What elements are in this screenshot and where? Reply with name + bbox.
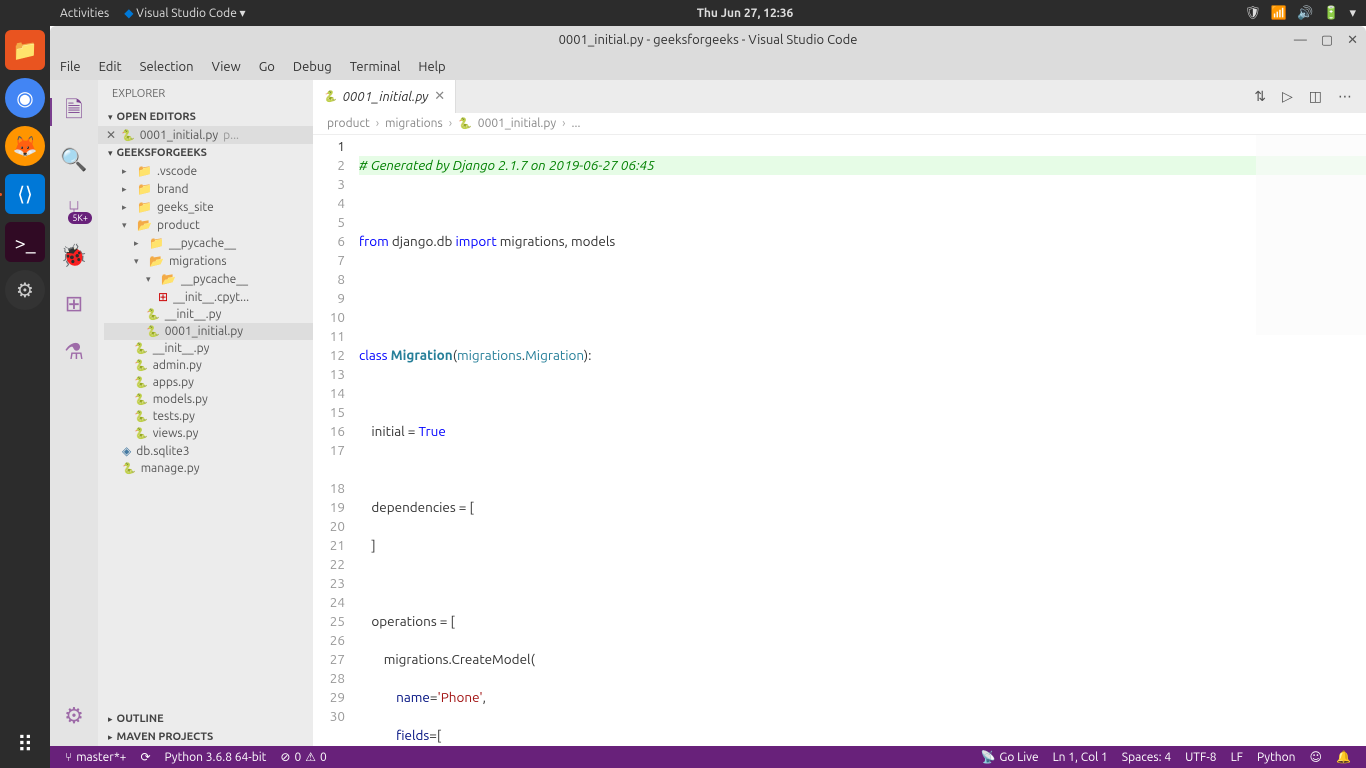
power-icon[interactable]: ▾ [1349,6,1356,21]
status-golive[interactable]: 📡 Go Live [973,750,1045,764]
activity-explorer[interactable]: 🗎 [50,88,98,136]
minimap[interactable] [1256,135,1366,335]
split-icon[interactable]: ◫ [1309,88,1322,105]
status-sync[interactable]: ⟳ [133,750,157,764]
launcher-chromium[interactable]: ◉ [5,78,45,118]
tree-init1[interactable]: 🐍__init__.py [104,306,313,323]
section-open-editors[interactable]: OPEN EDITORS [98,108,313,126]
tree-product[interactable]: ▾📂product [104,216,313,234]
activity-test[interactable]: ⚗ [50,328,98,376]
tree-brand[interactable]: ▸📁brand [104,180,313,198]
python-icon: 🐍 [323,90,337,103]
close-icon[interactable]: ✕ [106,128,116,142]
menu-view[interactable]: View [212,60,241,74]
tree-migrations[interactable]: ▾📂migrations [104,252,313,270]
activity-debug[interactable]: 🐞 [50,232,98,280]
breadcrumb[interactable]: product› migrations› 🐍0001_initial.py› .… [313,113,1366,135]
activity-bar: 🗎 🔍 ⑂5K+ 🐞 ⊞ ⚗ ⚙ [50,80,98,746]
status-spaces[interactable]: Spaces: 4 [1115,750,1178,764]
menu-terminal[interactable]: Terminal [350,60,401,74]
statusbar: ⑂ master*+ ⟳ Python 3.6.8 64-bit ⊘ 0 ⚠ 0… [50,746,1366,768]
launcher-files[interactable]: 📁 [5,30,45,70]
python-icon: 🐍 [121,129,135,142]
window-titlebar: 0001_initial.py - geeksforgeeks - Visual… [50,26,1366,54]
tree-initial[interactable]: 🐍0001_initial.py [104,323,313,340]
gnome-topbar: Activities ◆ Visual Studio Code ▾ Thu Ju… [50,0,1366,26]
tab-close-icon[interactable]: ✕ [434,89,445,104]
status-feedback[interactable]: ☺ [1303,750,1330,764]
run-icon[interactable]: ▷ [1282,88,1293,105]
status-notifications[interactable]: 🔔 [1329,750,1358,764]
app-menu[interactable]: ◆ Visual Studio Code ▾ [124,6,245,20]
shield-icon[interactable]: 🛡 [1244,6,1261,21]
clock[interactable]: Thu Jun 27, 12:36 [697,7,794,20]
tree-vscode[interactable]: ▸📁.vscode [104,162,313,180]
status-branch[interactable]: ⑂ master*+ [58,751,133,764]
tree-pycache[interactable]: ▸📁__pycache__ [104,234,313,252]
window-title: 0001_initial.py - geeksforgeeks - Visual… [559,33,858,47]
tree-views[interactable]: 🐍views.py [104,425,313,442]
tree-init2[interactable]: 🐍__init__.py [104,340,313,357]
activity-settings[interactable]: ⚙ [50,692,98,740]
launcher-show-apps[interactable]: ⠿ [17,732,33,758]
sidebar-title: EXPLORER [98,80,313,108]
menu-selection[interactable]: Selection [140,60,194,74]
menu-help[interactable]: Help [418,60,445,74]
tree-init-cpyt[interactable]: ⊞__init__.cpyt... [104,288,313,306]
volume-icon[interactable]: 🔊 [1297,6,1313,21]
launcher-terminal[interactable]: >_ [5,222,45,262]
activity-search[interactable]: 🔍 [50,136,98,184]
battery-icon[interactable]: 🔋 [1323,6,1339,21]
status-position[interactable]: Ln 1, Col 1 [1046,750,1115,764]
status-encoding[interactable]: UTF-8 [1178,750,1223,764]
menubar: File Edit Selection View Go Debug Termin… [50,54,1366,80]
tree-admin[interactable]: 🐍admin.py [104,357,313,374]
section-maven[interactable]: MAVEN PROJECTS [98,728,313,746]
activities-button[interactable]: Activities [60,7,109,20]
maximize-button[interactable]: ▢ [1321,33,1333,48]
section-workspace[interactable]: GEEKSFORGEEKS [98,144,313,162]
open-editor-item[interactable]: ✕ 🐍 0001_initial.py p... [98,126,313,144]
minimize-button[interactable]: — [1294,33,1307,48]
launcher-settings[interactable]: ⚙ [5,270,45,310]
tree-db[interactable]: ◈db.sqlite3 [104,442,313,460]
wifi-icon[interactable]: 📶 [1271,6,1287,21]
tree-tests[interactable]: 🐍tests.py [104,408,313,425]
code-content[interactable]: # Generated by Django 2.1.7 on 2019-06-2… [359,135,1366,746]
section-outline[interactable]: OUTLINE [98,710,313,728]
line-numbers: 1234567891011121314151617181920212223242… [313,135,359,746]
menu-file[interactable]: File [60,60,81,74]
menu-go[interactable]: Go [259,60,275,74]
status-eol[interactable]: LF [1224,750,1250,764]
tree-models[interactable]: 🐍models.py [104,391,313,408]
activity-scm[interactable]: ⑂5K+ [50,184,98,232]
tab-initial[interactable]: 🐍 0001_initial.py ✕ [313,80,456,113]
status-problems[interactable]: ⊘ 0 ⚠ 0 [273,750,333,764]
status-lang[interactable]: Python [1250,750,1303,764]
more-icon[interactable]: ⋯ [1338,88,1352,105]
editor-tabs: 🐍 0001_initial.py ✕ ⇅ ▷ ◫ ⋯ [313,80,1366,113]
status-python[interactable]: Python 3.6.8 64-bit [158,751,274,764]
ubuntu-launcher: 📁 ◉ 🦊 ⟨⟩ >_ ⚙ ⠿ [0,0,50,768]
tree-apps[interactable]: 🐍apps.py [104,374,313,391]
activity-extensions[interactable]: ⊞ [50,280,98,328]
tree-manage[interactable]: 🐍manage.py [104,460,313,477]
editor: 🐍 0001_initial.py ✕ ⇅ ▷ ◫ ⋯ product› mig… [313,80,1366,746]
close-button[interactable]: ✕ [1347,33,1358,48]
tree-pycache2[interactable]: ▾📂__pycache__ [104,270,313,288]
menu-debug[interactable]: Debug [293,60,332,74]
compare-icon[interactable]: ⇅ [1254,88,1266,105]
launcher-firefox[interactable]: 🦊 [5,126,45,166]
menu-edit[interactable]: Edit [99,60,122,74]
launcher-vscode[interactable]: ⟨⟩ [5,174,45,214]
code-editor[interactable]: 1234567891011121314151617181920212223242… [313,135,1366,746]
tree-geeks-site[interactable]: ▸📁geeks_site [104,198,313,216]
sidebar: EXPLORER OPEN EDITORS ✕ 🐍 0001_initial.p… [98,80,313,746]
